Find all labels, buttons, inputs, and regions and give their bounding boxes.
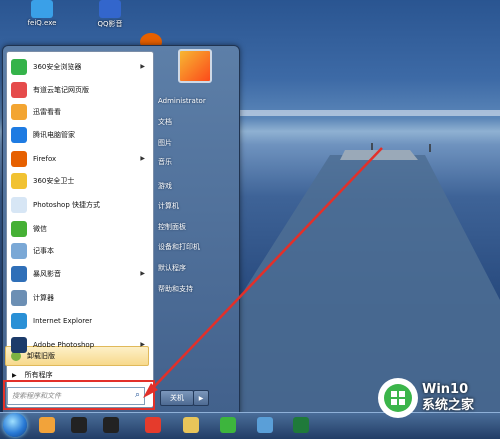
- media-icon: [71, 417, 87, 433]
- right-pane-item[interactable]: 帮助和支持: [158, 284, 193, 294]
- app-icon: [11, 82, 27, 98]
- program-label: Internet Explorer: [33, 317, 93, 325]
- ie-icon: [220, 417, 236, 433]
- media-icon: [11, 266, 27, 282]
- user-name[interactable]: Administrator: [158, 97, 206, 105]
- photo-icon: [11, 197, 27, 213]
- program-item[interactable]: Adobe Photoshop ▶: [7, 334, 149, 356]
- excel-icon: [293, 417, 309, 433]
- taskbar-button[interactable]: [178, 414, 204, 436]
- right-pane-item[interactable]: 默认程序: [158, 263, 186, 273]
- right-pane-item[interactable]: 游戏: [158, 181, 172, 191]
- taskbar-button[interactable]: [252, 414, 278, 436]
- program-label: Firefox: [33, 155, 57, 163]
- color-wheel-icon: [11, 173, 27, 189]
- color-wheel-icon: [11, 104, 27, 120]
- submenu-arrow-icon[interactable]: ▶: [140, 270, 145, 277]
- taskbar-button[interactable]: [34, 414, 60, 436]
- program-item[interactable]: 腾讯电脑管家: [7, 124, 149, 146]
- right-pane-item[interactable]: 控制面板: [158, 222, 186, 232]
- gear-icon: [11, 243, 27, 259]
- program-label: Photoshop 快捷方式: [33, 201, 101, 209]
- program-label: Adobe Photoshop: [33, 341, 95, 349]
- program-item[interactable]: 微信: [7, 218, 149, 240]
- shutdown-button[interactable]: 关机: [160, 390, 194, 406]
- program-item[interactable]: 计算器: [7, 287, 149, 309]
- right-pane-item[interactable]: 设备和打印机: [158, 242, 200, 252]
- taskbar-button[interactable]: [140, 414, 166, 436]
- submenu-arrow-icon[interactable]: ▶: [140, 155, 145, 162]
- user-avatar[interactable]: [178, 49, 212, 83]
- program-label: 360安全浏览器: [33, 63, 82, 71]
- program-item[interactable]: Internet Explorer: [7, 310, 149, 332]
- watermark: Win10 系统之家: [378, 376, 498, 420]
- ps-icon: [11, 337, 27, 353]
- submenu-arrow-icon[interactable]: ▶: [140, 341, 145, 348]
- shield-icon: [11, 127, 27, 143]
- right-pane-item[interactable]: 文档: [158, 117, 172, 127]
- program-label: 微信: [33, 225, 47, 233]
- program-label: 有道云笔记网页版: [33, 86, 89, 94]
- right-pane-item[interactable]: 音乐: [158, 157, 172, 167]
- wechat-icon: [11, 221, 27, 237]
- notepad-icon: [257, 417, 273, 433]
- desktop-icon-qq-video[interactable]: QQ影音: [80, 0, 140, 29]
- taskbar-button[interactable]: [66, 414, 92, 436]
- program-item[interactable]: 暴风影音 ▶: [7, 263, 149, 285]
- taskbar-button[interactable]: [288, 414, 314, 436]
- submenu-arrow-icon[interactable]: ▶: [140, 63, 145, 70]
- taskbar-button[interactable]: [98, 414, 124, 436]
- program-label: 暴风影音: [33, 270, 61, 278]
- program-label: 记事本: [33, 247, 54, 255]
- firefox-icon: [11, 151, 27, 167]
- feiq-icon: [31, 0, 53, 18]
- all-programs-label: 所有程序: [24, 371, 53, 379]
- ie-icon: [11, 313, 27, 329]
- win10-logo: [378, 378, 418, 418]
- right-pane-item[interactable]: 图片: [158, 138, 172, 148]
- calculator-icon: [11, 290, 27, 306]
- program-item[interactable]: 360安全卫士: [7, 170, 149, 192]
- taskbar-button[interactable]: [215, 414, 241, 436]
- watermark-line2: 系统之家: [422, 398, 475, 413]
- qq-video-icon: [99, 0, 121, 18]
- 360-browser-icon: [11, 59, 27, 75]
- program-label: 迅雷看看: [33, 108, 61, 116]
- program-label: 计算器: [33, 294, 54, 302]
- start-button[interactable]: [3, 413, 27, 437]
- desktop-icon-feiq[interactable]: feiQ.exe: [12, 0, 72, 27]
- qq-icon: [103, 417, 119, 433]
- program-item[interactable]: 有道云笔记网页版: [7, 79, 149, 101]
- program-item[interactable]: 迅雷看看: [7, 101, 149, 123]
- right-pane-item[interactable]: 计算机: [158, 201, 179, 211]
- program-item[interactable]: Photoshop 快捷方式: [7, 194, 149, 216]
- shutdown-options-button[interactable]: ▶: [193, 390, 209, 406]
- search-highlight-box: [3, 380, 155, 410]
- triangle-right-icon: ▶: [12, 371, 17, 379]
- program-item[interactable]: 360安全浏览器 ▶: [7, 56, 149, 78]
- watermark-line1: Win10: [422, 382, 469, 397]
- program-label: 腾讯电脑管家: [33, 131, 75, 139]
- program-item[interactable]: 记事本: [7, 240, 149, 262]
- folder-icon: [183, 417, 199, 433]
- program-label: 360安全卫士: [33, 177, 75, 185]
- 360-icon: [39, 417, 55, 433]
- wps-icon: [145, 417, 161, 433]
- program-item[interactable]: Firefox ▶: [7, 148, 149, 170]
